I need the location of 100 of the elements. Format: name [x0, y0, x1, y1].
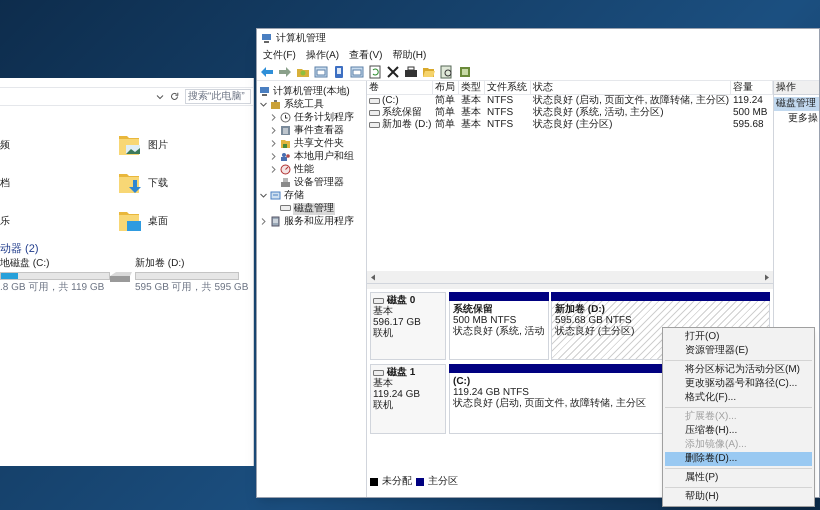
magnifier-icon[interactable]: [440, 64, 454, 78]
chevron-right-icon[interactable]: [269, 139, 278, 148]
tree-item[interactable]: 任务计划程序: [293, 112, 355, 124]
chevron-right-icon[interactable]: [259, 217, 268, 226]
chevron-down-icon[interactable]: [156, 92, 164, 100]
tree-item[interactable]: 本地用户和组: [293, 150, 355, 162]
computer-icon: [261, 32, 272, 44]
table-cell: NTFS: [487, 107, 514, 119]
picture-folder-icon[interactable]: [118, 133, 142, 157]
clock-icon: [280, 112, 291, 123]
disk-size: 596.17 GB: [373, 317, 422, 328]
tree-item[interactable]: 系统工具: [283, 98, 325, 110]
partition-name: 系统保留: [453, 304, 493, 315]
folder-label[interactable]: 图片: [148, 138, 168, 152]
scroll-right-icon[interactable]: [764, 274, 770, 280]
drive-name[interactable]: 新加卷 (D:): [135, 258, 248, 270]
search-field[interactable]: 搜索“此电脑”: [185, 89, 251, 104]
table-cell-text: 基本: [461, 95, 481, 106]
folder-label[interactable]: 下载: [148, 176, 168, 190]
disk-info-panel[interactable]: 磁盘 1 基本 119.24 GB 联机: [370, 364, 446, 434]
disk-status: 联机: [373, 328, 394, 339]
column-header[interactable]: 卷: [367, 81, 433, 95]
table-cell-text: 状态良好 (启动, 页面文件, 故障转储, 主分区): [533, 95, 730, 106]
scroll-left-icon[interactable]: [370, 274, 376, 280]
column-header[interactable]: 布局: [433, 81, 459, 95]
device-icon: [280, 177, 291, 188]
document-icon[interactable]: [368, 64, 382, 78]
book-icon[interactable]: [332, 64, 346, 78]
menu-item[interactable]: 文件(F): [258, 47, 301, 63]
chip-icon[interactable]: [458, 64, 472, 78]
menu-item[interactable]: 属性(P): [665, 471, 812, 485]
table-cell-text: 简单: [435, 107, 455, 118]
disk-size: 119.24 GB: [373, 389, 422, 400]
drive-name[interactable]: 地磁盘 (C:): [0, 258, 110, 270]
partition-status: 状态良好 (启动, 页面文件, 故障转储, 主分区: [453, 398, 646, 409]
users-icon: [280, 151, 291, 162]
tree-item[interactable]: 存储: [283, 190, 305, 202]
partition-status: 状态良好 (系统, 活动: [453, 326, 545, 337]
briefcase-icon[interactable]: [404, 64, 418, 78]
chevron-right-icon[interactable]: [269, 165, 278, 174]
legend-label: 主分区: [428, 474, 458, 489]
chevron-right-icon[interactable]: [269, 113, 278, 122]
column-header[interactable]: 状态: [531, 81, 731, 95]
table-cell-text: 简单: [435, 95, 455, 106]
tree-item[interactable]: 服务和应用程序: [283, 216, 355, 228]
tree-item[interactable]: 事件查看器: [293, 124, 345, 136]
menu-item[interactable]: 帮助(H): [387, 47, 432, 63]
refresh-icon[interactable]: [170, 92, 179, 101]
drive-icon[interactable]: [108, 270, 132, 284]
window-title: 计算机管理: [276, 32, 326, 46]
tree-item[interactable]: 磁盘管理: [293, 202, 335, 214]
partition-size: 595.68 GB NTFS: [555, 315, 632, 326]
disk-type: 基本: [373, 306, 394, 317]
disk-type: 基本: [373, 378, 394, 389]
drive-space-text: .8 GB 可用，共 119 GB: [0, 282, 106, 294]
log-icon: [280, 125, 291, 136]
horizontal-scrollbar[interactable]: [367, 271, 773, 283]
table-cell: 新加卷 (D:): [382, 119, 432, 131]
menu-item[interactable]: 帮助(H): [665, 490, 812, 504]
column-header[interactable]: 类型: [459, 81, 485, 95]
gauge-icon: [280, 164, 291, 175]
chevron-down-icon[interactable]: [259, 191, 268, 200]
cross-icon[interactable]: [386, 64, 400, 78]
chevron-right-icon[interactable]: [269, 152, 278, 161]
section-header[interactable]: 磁盘管理: [774, 97, 819, 111]
tree-item[interactable]: 性能: [293, 164, 315, 176]
table-cell-text: 状态良好 (系统, 活动, 主分区): [533, 107, 664, 118]
disk-info-panel[interactable]: 磁盘 0 基本 596.17 GB 联机: [370, 292, 446, 360]
column-header[interactable]: 容量: [731, 81, 773, 95]
menu-item[interactable]: 查看(V): [344, 47, 388, 63]
folder-label[interactable]: 档: [0, 176, 10, 190]
tree-item[interactable]: 共享文件夹: [293, 138, 345, 150]
menu-item[interactable]: 操作(A): [300, 47, 344, 63]
window-icon[interactable]: [350, 64, 364, 78]
table-cell: 119.24: [733, 95, 763, 107]
download-folder-icon[interactable]: [118, 171, 142, 195]
tree-item[interactable]: 计算机管理(本地): [272, 86, 351, 98]
chevron-right-icon[interactable]: [269, 126, 278, 135]
table-cell: 基本: [461, 119, 481, 131]
table-cell-text: 基本: [461, 107, 481, 118]
panel-title: 操作: [774, 81, 819, 95]
table-cell: NTFS: [487, 95, 514, 107]
menu-item[interactable]: 删除卷(D)...: [665, 452, 812, 466]
forward-arrow-icon[interactable]: [278, 64, 292, 78]
action-link[interactable]: 更多操: [774, 112, 819, 126]
server-icon: [270, 216, 281, 227]
partition-block[interactable]: 系统保留 500 MB NTFS 状态良好 (系统, 活动: [449, 301, 549, 360]
folder-label[interactable]: 频: [0, 138, 10, 152]
computer-icon: [259, 86, 270, 97]
tree-item[interactable]: 设备管理器: [293, 176, 345, 188]
table-cell: NTFS: [487, 119, 514, 131]
folder-label[interactable]: 桌面: [148, 214, 168, 228]
chevron-down-icon[interactable]: [259, 100, 268, 109]
back-arrow-icon[interactable]: [260, 64, 274, 78]
column-header[interactable]: 文件系统: [485, 81, 531, 95]
folder-label[interactable]: 乐: [0, 214, 10, 228]
legend-label: 未分配: [382, 474, 412, 489]
window-icon[interactable]: [314, 64, 328, 78]
table-cell: 简单: [435, 119, 455, 131]
desktop-folder-icon[interactable]: [118, 209, 142, 233]
